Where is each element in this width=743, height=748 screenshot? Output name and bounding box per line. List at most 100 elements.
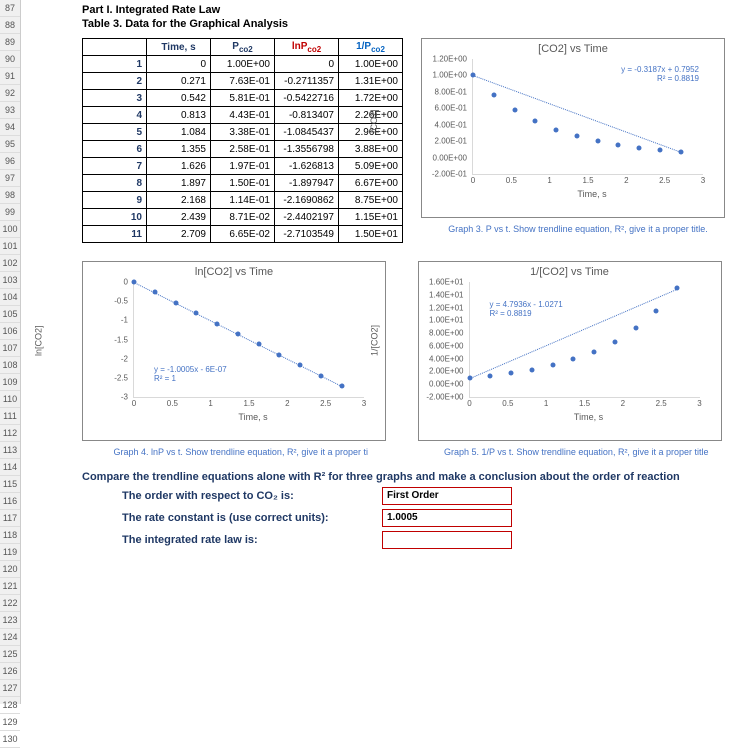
col-index (83, 39, 147, 56)
cell-index[interactable]: 9 (83, 192, 147, 209)
cell-p[interactable]: 1.50E-01 (211, 175, 275, 192)
cell-time[interactable]: 0.542 (147, 90, 211, 107)
cell-invp[interactable]: 1.50E+01 (339, 226, 403, 243)
table-title: Table 3. Data for the Graphical Analysis (82, 18, 735, 30)
answer-order[interactable]: First Order (382, 487, 512, 505)
cell-invp[interactable]: 8.75E+00 (339, 192, 403, 209)
cell-p[interactable]: 4.43E-01 (211, 107, 275, 124)
chart-title: ln[CO2] vs Time (89, 266, 379, 278)
row-number: 112 (0, 425, 20, 442)
cell-index[interactable]: 2 (83, 73, 147, 90)
answer-rate-constant[interactable]: 1.0005 (382, 509, 512, 527)
row-number: 111 (0, 408, 20, 425)
data-point (616, 143, 621, 148)
cell-invp[interactable]: 3.88E+00 (339, 141, 403, 158)
worksheet-content: Part I. Integrated Rate Law Table 3. Dat… (22, 0, 743, 549)
trend-equation: y = -1.0005x - 6E-07 (154, 365, 227, 374)
x-axis-label: Time, s (463, 412, 715, 422)
cell-index[interactable]: 4 (83, 107, 147, 124)
cell-lnp[interactable]: -1.3556798 (275, 141, 339, 158)
cell-p[interactable]: 1.97E-01 (211, 158, 275, 175)
cell-p[interactable]: 8.71E-02 (211, 209, 275, 226)
table-row: 61.3552.58E-01-1.35567983.88E+00 (83, 141, 403, 158)
row-number: 126 (0, 663, 20, 680)
chart-title: 1/[CO2] vs Time (425, 266, 715, 278)
cell-invp[interactable]: 5.09E+00 (339, 158, 403, 175)
data-point (491, 92, 496, 97)
cell-invp[interactable]: 1.72E+00 (339, 90, 403, 107)
cell-time[interactable]: 2.439 (147, 209, 211, 226)
cell-time[interactable]: 2.168 (147, 192, 211, 209)
cell-time[interactable]: 2.709 (147, 226, 211, 243)
row-number: 127 (0, 680, 20, 697)
y-tick-label: 6.00E-01 (435, 104, 467, 113)
cell-index[interactable]: 6 (83, 141, 147, 158)
cell-time[interactable]: 1.084 (147, 124, 211, 141)
cell-p[interactable]: 7.63E-01 (211, 73, 275, 90)
x-tick-label: 0 (132, 399, 136, 408)
x-tick-label: 0 (471, 176, 475, 185)
cell-time[interactable]: 0.813 (147, 107, 211, 124)
cell-index[interactable]: 8 (83, 175, 147, 192)
cell-lnp[interactable]: -0.5422716 (275, 90, 339, 107)
row-number: 100 (0, 221, 20, 238)
data-point (550, 363, 555, 368)
y-tick-label: -2.00E+00 (426, 393, 463, 402)
cell-lnp[interactable]: -0.813407 (275, 107, 339, 124)
table-row: 51.0843.38E-01-1.08454372.96E+00 (83, 124, 403, 141)
cell-invp[interactable]: 1.31E+00 (339, 73, 403, 90)
cell-invp[interactable]: 1.00E+00 (339, 56, 403, 73)
cell-lnp[interactable]: -1.626813 (275, 158, 339, 175)
cell-p[interactable]: 3.38E-01 (211, 124, 275, 141)
row-number: 120 (0, 561, 20, 578)
cell-index[interactable]: 7 (83, 158, 147, 175)
cell-invp[interactable]: 1.15E+01 (339, 209, 403, 226)
cell-index[interactable]: 5 (83, 124, 147, 141)
cell-time[interactable]: 0.271 (147, 73, 211, 90)
cell-index[interactable]: 3 (83, 90, 147, 107)
y-tick-label: 0 (124, 278, 128, 287)
cell-index[interactable]: 1 (83, 56, 147, 73)
cell-index[interactable]: 10 (83, 209, 147, 226)
data-point (612, 339, 617, 344)
cell-invp[interactable]: 6.67E+00 (339, 175, 403, 192)
y-tick-label: 1.60E+01 (429, 278, 463, 287)
row-number: 93 (0, 102, 20, 119)
cell-p[interactable]: 6.65E-02 (211, 226, 275, 243)
cell-lnp[interactable]: -1.0845437 (275, 124, 339, 141)
row-number: 121 (0, 578, 20, 595)
row-number: 99 (0, 204, 20, 221)
cell-p[interactable]: 1.00E+00 (211, 56, 275, 73)
data-point (571, 357, 576, 362)
answer-rate-law[interactable] (382, 531, 512, 549)
cell-lnp[interactable]: 0 (275, 56, 339, 73)
y-tick-label: 4.00E-01 (435, 120, 467, 129)
row-number: 118 (0, 527, 20, 544)
row-number: 97 (0, 170, 20, 187)
data-point (574, 134, 579, 139)
cell-lnp[interactable]: -2.4402197 (275, 209, 339, 226)
cell-time[interactable]: 1.355 (147, 141, 211, 158)
data-point (654, 308, 659, 313)
cell-p[interactable]: 1.14E-01 (211, 192, 275, 209)
data-point (595, 139, 600, 144)
data-point (512, 107, 517, 112)
cell-p[interactable]: 2.58E-01 (211, 141, 275, 158)
cell-time[interactable]: 1.897 (147, 175, 211, 192)
cell-lnp[interactable]: -0.2711357 (275, 73, 339, 90)
row-number: 113 (0, 442, 20, 459)
cell-p[interactable]: 5.81E-01 (211, 90, 275, 107)
y-tick-label: -2.5 (114, 373, 128, 382)
table-row: 40.8134.43E-01-0.8134072.26E+00 (83, 107, 403, 124)
cell-lnp[interactable]: -1.897947 (275, 175, 339, 192)
cell-time[interactable]: 1.626 (147, 158, 211, 175)
row-number: 114 (0, 459, 20, 476)
row-number: 107 (0, 340, 20, 357)
cell-index[interactable]: 11 (83, 226, 147, 243)
y-tick-label: -1.5 (114, 335, 128, 344)
y-tick-label: -2.00E-01 (432, 170, 467, 179)
data-point (554, 127, 559, 132)
cell-time[interactable]: 0 (147, 56, 211, 73)
cell-lnp[interactable]: -2.7103549 (275, 226, 339, 243)
cell-lnp[interactable]: -2.1690862 (275, 192, 339, 209)
